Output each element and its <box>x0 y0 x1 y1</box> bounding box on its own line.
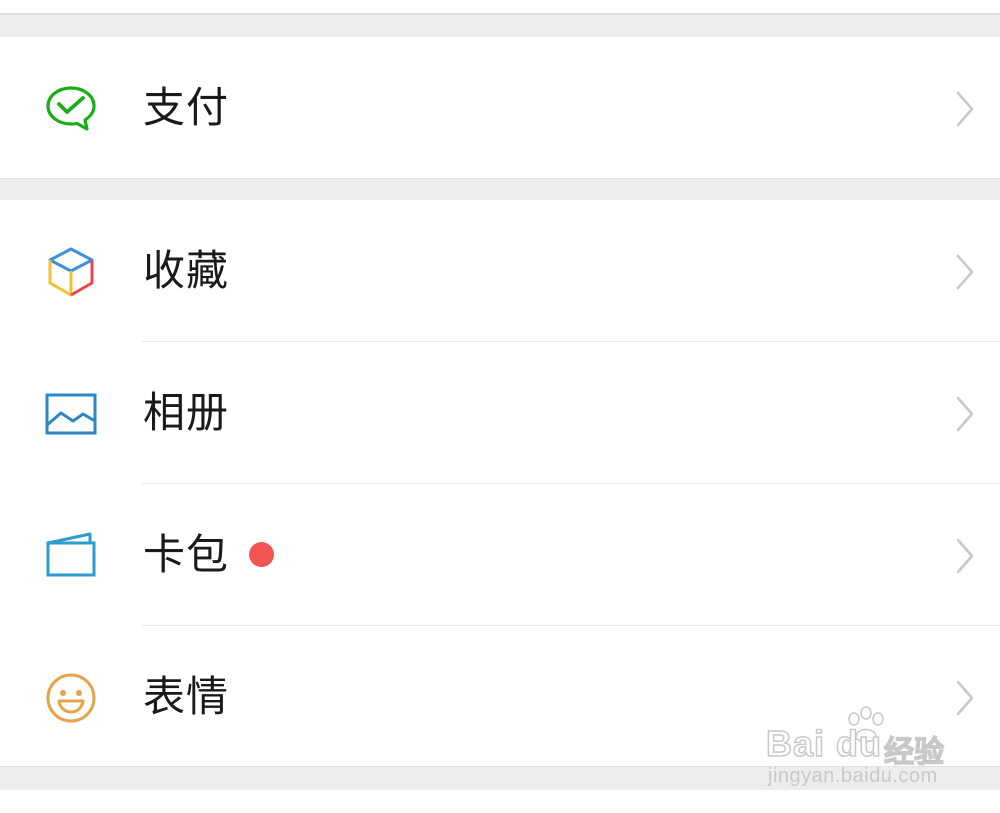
menu-item-favorites[interactable]: 收藏 <box>0 200 1000 342</box>
menu-item-pay[interactable]: 支付 <box>0 37 1000 179</box>
menu-item-label: 卡包 <box>143 530 230 579</box>
chevron-right-icon <box>954 90 976 128</box>
me-page-menu: 支付 收藏 相册 卡包 表情 Bai du 经验 jingyan.baidu.c… <box>0 0 1000 813</box>
notification-badge-dot <box>249 542 274 567</box>
menu-item-label: 收藏 <box>143 246 230 295</box>
chevron-right-icon <box>954 679 976 717</box>
card-wallet-icon <box>44 529 98 583</box>
section-gap <box>0 178 1000 201</box>
menu-item-stickers[interactable]: 表情 <box>0 626 1000 768</box>
section-gap <box>0 766 1000 790</box>
wechat-pay-icon <box>44 82 98 136</box>
chevron-right-icon <box>954 395 976 433</box>
favorites-cube-icon <box>44 245 98 299</box>
menu-item-cards[interactable]: 卡包 <box>0 484 1000 626</box>
chevron-right-icon <box>954 253 976 291</box>
section-gap <box>0 15 1000 37</box>
album-picture-icon <box>44 387 98 441</box>
menu-item-label: 相册 <box>143 388 230 437</box>
menu-item-label: 表情 <box>143 672 230 721</box>
menu-item-label: 支付 <box>143 83 230 132</box>
chevron-right-icon <box>954 537 976 575</box>
sticker-smile-icon <box>44 671 98 725</box>
menu-item-album[interactable]: 相册 <box>0 342 1000 484</box>
